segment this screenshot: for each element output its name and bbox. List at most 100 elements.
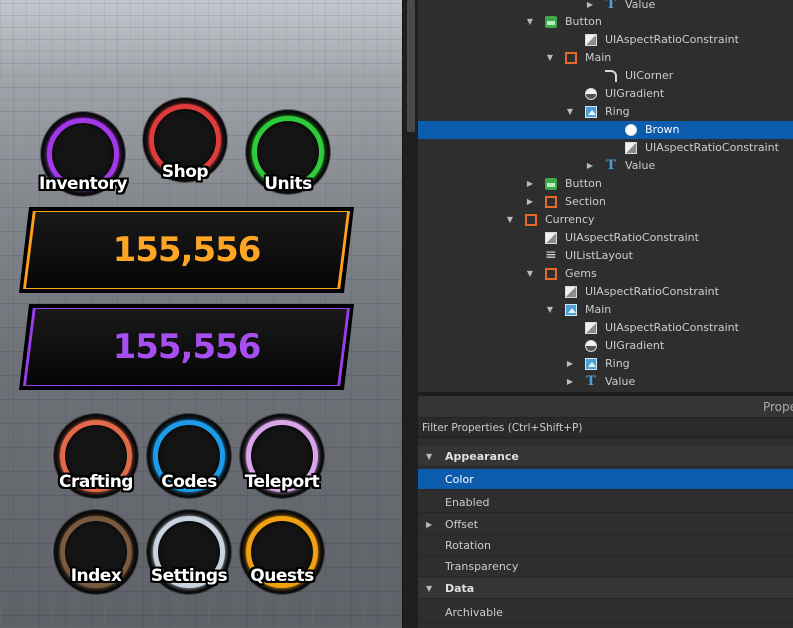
explorer-row[interactable]: ▼ Gems <box>418 265 793 283</box>
quests-button[interactable]: Quests <box>240 510 324 594</box>
explorer-panel: ▶ T Value ▼ Button UIAspectRatioConstraint ▼ Ma… <box>418 0 793 392</box>
explorer-row[interactable]: ▶ Button <box>418 175 793 193</box>
expand-arrow-icon[interactable]: ▶ <box>426 514 432 535</box>
explorer-row-label: Currency <box>545 213 595 226</box>
collapse-arrow-icon[interactable]: ▼ <box>505 211 515 229</box>
gradient-icon <box>585 88 597 100</box>
expand-arrow-icon[interactable]: ▶ <box>525 193 535 211</box>
explorer-row[interactable]: ▼ Main <box>418 49 793 67</box>
explorer-row[interactable]: ▼ Button <box>418 13 793 31</box>
explorer-row-label: UIAspectRatioConstraint <box>565 231 699 244</box>
collapse-arrow-icon[interactable]: ▼ <box>545 301 555 319</box>
crafting-button[interactable]: Crafting <box>54 414 138 498</box>
settings-button[interactable]: Settings <box>147 510 231 594</box>
property-label: Transparency <box>445 560 519 573</box>
explorer-row[interactable]: UIGradient <box>418 337 793 355</box>
property-label: Archivable <box>445 606 503 619</box>
explorer-row[interactable]: UIAspectRatioConstraint <box>418 139 793 157</box>
text-icon: T <box>606 158 616 173</box>
text-icon: T <box>586 374 596 389</box>
explorer-row[interactable]: ▶ Ring <box>418 355 793 373</box>
coins-bar-inner: 155,556 <box>26 212 347 288</box>
explorer-row-label: UIListLayout <box>565 249 633 262</box>
aspect-ratio-icon <box>585 322 597 334</box>
collapse-arrow-icon[interactable]: ▼ <box>525 265 535 283</box>
frame-icon <box>565 52 577 64</box>
image-button-icon <box>545 16 557 28</box>
explorer-row[interactable]: ▶ T Value <box>418 157 793 175</box>
explorer-row-label: Gems <box>565 267 597 280</box>
explorer-row[interactable]: ▶ Section <box>418 193 793 211</box>
explorer-row-label: Ring <box>605 357 630 370</box>
collapse-arrow-icon[interactable]: ▼ <box>426 446 432 467</box>
explorer-row[interactable]: UIAspectRatioConstraint <box>418 283 793 301</box>
explorer-row[interactable]: ▶ T Value <box>418 373 793 391</box>
explorer-row-label: UIAspectRatioConstraint <box>605 321 739 334</box>
teleport-label: Teleport <box>244 472 320 492</box>
index-button[interactable]: Index <box>54 510 138 594</box>
list-layout-icon <box>545 246 557 264</box>
coins-bar: 155,556 <box>19 207 354 293</box>
property-category[interactable]: ▼ Data <box>418 578 793 599</box>
explorer-row-label: Value <box>605 375 636 388</box>
coins-value: 155,556 <box>112 230 262 270</box>
explorer-row[interactable]: ▼ Currency <box>418 211 793 229</box>
image-button-icon <box>545 178 557 190</box>
property-label: Rotation <box>445 539 492 552</box>
property-label: Appearance <box>445 450 519 463</box>
units-button[interactable]: Units <box>246 110 330 194</box>
property-row[interactable]: Archivable <box>418 602 793 623</box>
gradient-icon <box>585 340 597 352</box>
property-row[interactable]: Transparency <box>418 556 793 577</box>
property-row[interactable]: Color <box>418 469 793 490</box>
shop-button[interactable]: Shop <box>143 98 227 182</box>
property-label: Data <box>445 582 475 595</box>
inventory-button[interactable]: Inventory <box>39 112 127 196</box>
aspect-ratio-icon <box>625 142 637 154</box>
explorer-row[interactable]: Brown <box>418 121 793 139</box>
expand-arrow-icon[interactable]: ▶ <box>585 0 595 14</box>
explorer-row-label: Button <box>565 177 602 190</box>
explorer-row[interactable]: ▶ T Value <box>418 0 793 14</box>
corner-icon <box>605 70 617 82</box>
gems-value: 155,556 <box>112 327 262 367</box>
expand-arrow-icon[interactable]: ▶ <box>525 175 535 193</box>
properties-title: Prope <box>762 400 793 414</box>
explorer-row[interactable]: UIAspectRatioConstraint <box>418 319 793 337</box>
properties-filter[interactable] <box>418 418 793 438</box>
explorer-row[interactable]: UIAspectRatioConstraint <box>418 229 793 247</box>
explorer-row[interactable]: UIGradient <box>418 85 793 103</box>
property-category[interactable]: ▼ Appearance <box>418 446 793 467</box>
explorer-row[interactable]: UIAspectRatioConstraint <box>418 31 793 49</box>
explorer-row-label: Button <box>565 15 602 28</box>
collapse-arrow-icon[interactable]: ▼ <box>426 578 432 599</box>
aspect-ratio-icon <box>565 286 577 298</box>
expand-arrow-icon[interactable]: ▶ <box>565 355 575 373</box>
vertical-scrollbar-thumb[interactable] <box>407 0 415 132</box>
collapse-arrow-icon[interactable]: ▼ <box>525 13 535 31</box>
explorer-row-label: Value <box>625 0 656 11</box>
color-icon <box>625 124 637 136</box>
explorer-row[interactable]: UIListLayout <box>418 246 793 265</box>
explorer-row[interactable]: UICorner <box>418 67 793 85</box>
explorer-row-label: Brown <box>645 123 680 136</box>
filter-properties-input[interactable] <box>422 420 782 436</box>
teleport-button[interactable]: Teleport <box>240 414 324 498</box>
explorer-row[interactable]: ▼ Ring <box>418 103 793 121</box>
collapse-arrow-icon[interactable]: ▼ <box>545 49 555 67</box>
expand-arrow-icon[interactable]: ▶ <box>585 157 595 175</box>
aspect-ratio-icon <box>545 232 557 244</box>
frame-icon <box>545 196 557 208</box>
property-row[interactable]: Enabled <box>418 492 793 513</box>
game-viewport[interactable]: Inventory Shop Units 155,556 155,556 Cra… <box>0 0 402 628</box>
image-icon <box>585 106 597 118</box>
gems-bar-inner: 155,556 <box>26 309 347 385</box>
viewport-splitter[interactable] <box>402 0 418 628</box>
collapse-arrow-icon[interactable]: ▼ <box>565 103 575 121</box>
property-row[interactable]: Rotation <box>418 535 793 556</box>
explorer-row[interactable]: ▼ Main <box>418 301 793 319</box>
expand-arrow-icon[interactable]: ▶ <box>565 373 575 391</box>
codes-button[interactable]: Codes <box>147 414 231 498</box>
property-row[interactable]: ▶ Offset <box>418 514 793 535</box>
explorer-row-label: UIAspectRatioConstraint <box>605 33 739 46</box>
